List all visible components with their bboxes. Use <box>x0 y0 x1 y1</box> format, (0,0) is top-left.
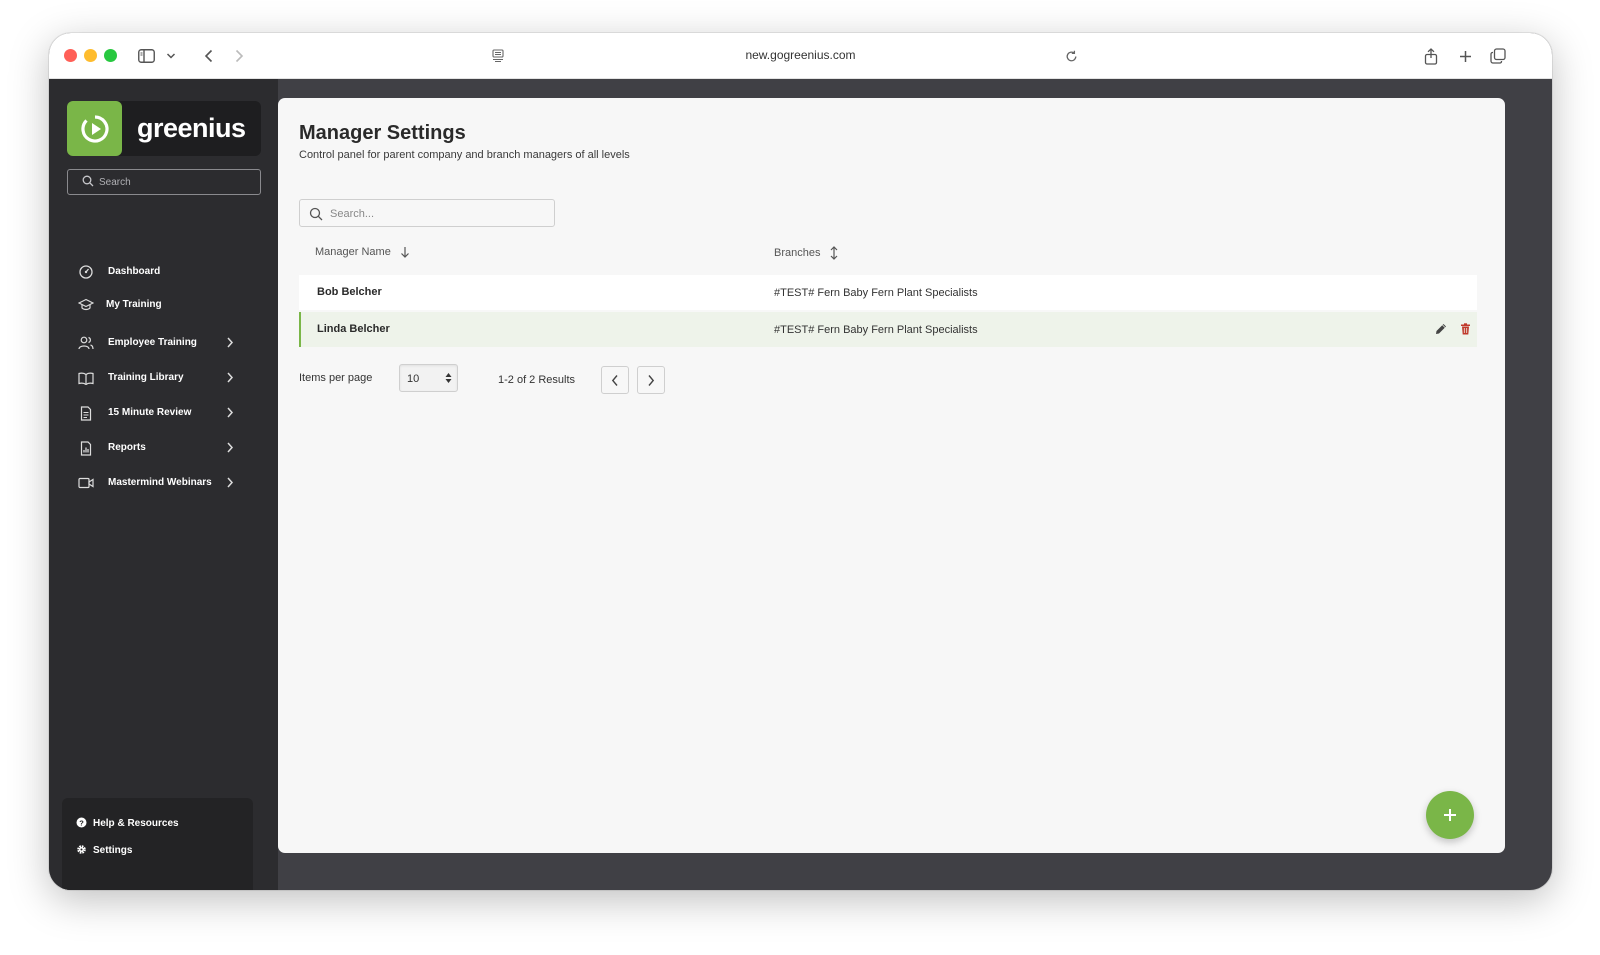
table-row[interactable]: Bob Belcher #TEST# Fern Baby Fern Plant … <box>299 275 1477 310</box>
book-icon <box>77 369 95 387</box>
svg-text:?: ? <box>79 818 84 827</box>
address-bar[interactable]: new.gogreenius.com <box>49 48 1552 62</box>
sidebar-item-label: My Training <box>106 299 162 310</box>
sidebar-item-employee-training[interactable]: Employee Training <box>77 332 242 354</box>
sidebar-item-label: Settings <box>93 845 133 856</box>
chevron-left-icon <box>611 374 618 386</box>
sidebar-item-15-minute-review[interactable]: 15 Minute Review <box>77 402 242 424</box>
manager-search-box[interactable] <box>299 199 555 227</box>
greenius-logo-icon <box>67 101 122 156</box>
column-header-manager-name[interactable]: Manager Name <box>315 246 410 258</box>
add-manager-button[interactable] <box>1426 791 1474 839</box>
new-tab-icon[interactable] <box>1454 45 1476 67</box>
users-icon <box>77 334 95 352</box>
page-title: Manager Settings <box>299 122 466 144</box>
select-arrows-icon <box>445 373 452 383</box>
column-header-branches[interactable]: Branches <box>774 246 839 260</box>
sidebar-footer: ? Help & Resources Settings <box>62 798 253 890</box>
sidebar-item-label: Reports <box>108 442 146 453</box>
sidebar-item-label: Mastermind Webinars <box>108 477 212 488</box>
gear-icon <box>76 842 87 860</box>
dashboard-icon <box>77 263 95 281</box>
browser-toolbar: new.gogreenius.com <box>49 33 1552 79</box>
page-subtitle: Control panel for parent company and bra… <box>299 149 630 161</box>
sidebar-item-mastermind-webinars[interactable]: Mastermind Webinars <box>77 472 242 494</box>
chevron-right-icon <box>226 406 234 424</box>
manager-name-cell: Linda Belcher <box>317 323 390 335</box>
report-icon <box>77 439 95 457</box>
share-icon[interactable] <box>1420 45 1442 67</box>
tabs-overview-icon[interactable] <box>1487 45 1509 67</box>
chevron-right-icon <box>226 476 234 494</box>
reload-icon[interactable] <box>1060 45 1082 67</box>
branch-cell: #TEST# Fern Baby Fern Plant Specialists <box>774 287 978 299</box>
next-page-button[interactable] <box>637 366 665 394</box>
main-panel: Manager Settings Control panel for paren… <box>278 98 1505 853</box>
sidebar-item-training-library[interactable]: Training Library <box>77 367 242 389</box>
sidebar-search-input[interactable]: Search <box>67 169 261 195</box>
items-per-page-value: 10 <box>407 373 420 385</box>
browser-window: new.gogreenius.com greenius Search Dashb… <box>49 33 1552 890</box>
manager-name-cell: Bob Belcher <box>317 286 382 298</box>
video-icon <box>77 474 95 492</box>
sidebar-item-label: Dashboard <box>108 266 161 277</box>
sidebar: greenius Search Dashboard My Training Em <box>49 79 278 890</box>
table-row[interactable]: Linda Belcher #TEST# Fern Baby Fern Plan… <box>299 312 1477 347</box>
sort-icon <box>831 246 838 260</box>
logo-text: greenius <box>137 113 246 143</box>
help-icon: ? <box>76 815 87 833</box>
previous-page-button[interactable] <box>601 366 629 394</box>
items-per-page-select[interactable]: 10 <box>399 364 458 392</box>
chevron-right-icon <box>648 374 655 386</box>
manager-search-input[interactable] <box>330 205 545 222</box>
sidebar-item-settings[interactable]: Settings <box>76 842 132 860</box>
document-icon <box>77 404 95 422</box>
plus-icon <box>1444 809 1456 821</box>
search-icon <box>82 175 94 190</box>
chevron-right-icon <box>226 441 234 459</box>
logo[interactable]: greenius <box>67 101 261 156</box>
graduation-cap-icon <box>77 296 95 314</box>
sidebar-item-label: 15 Minute Review <box>108 407 192 418</box>
column-header-label: Branches <box>774 247 821 259</box>
search-icon <box>309 207 323 226</box>
sidebar-item-my-training[interactable]: My Training <box>77 294 242 316</box>
sidebar-item-help-resources[interactable]: ? Help & Resources <box>76 815 179 833</box>
sidebar-item-label: Training Library <box>108 372 184 383</box>
sidebar-item-reports[interactable]: Reports <box>77 437 242 459</box>
items-per-page-label: Items per page <box>299 372 373 384</box>
edit-icon[interactable] <box>1434 322 1448 336</box>
sort-descending-icon <box>400 247 409 258</box>
results-count: 1-2 of 2 Results <box>498 374 576 386</box>
sidebar-item-label: Employee Training <box>108 337 197 348</box>
branch-cell: #TEST# Fern Baby Fern Plant Specialists <box>774 324 978 336</box>
sidebar-item-dashboard[interactable]: Dashboard <box>77 261 242 283</box>
sidebar-item-label: Help & Resources <box>93 818 179 829</box>
chevron-right-icon <box>226 336 234 354</box>
delete-icon[interactable] <box>1458 322 1472 336</box>
column-header-label: Manager Name <box>315 246 391 258</box>
chevron-right-icon <box>226 371 234 389</box>
sidebar-search-placeholder: Search <box>99 177 131 188</box>
